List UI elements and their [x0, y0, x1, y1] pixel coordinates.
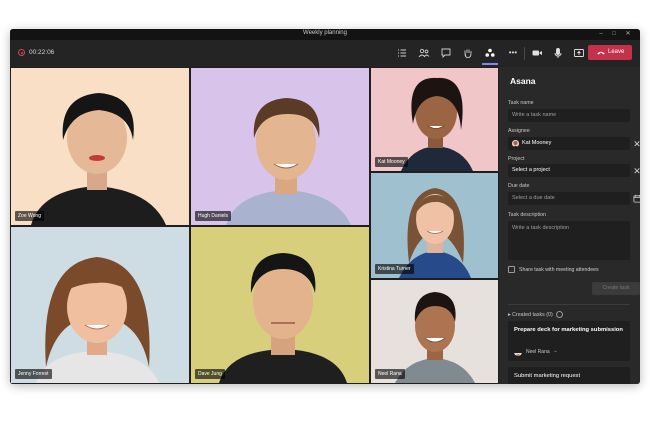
phone-hangup-icon [597, 51, 605, 55]
participant-tile-hugh-daniels[interactable]: Hugh Daniels [191, 68, 369, 225]
created-tasks-toggle[interactable]: ▸ Created tasks (0) [508, 311, 564, 318]
toolbar-divider [524, 47, 525, 60]
clear-project-icon[interactable]: ✕ [632, 166, 640, 176]
participant-video [191, 227, 369, 383]
minimize-button[interactable]: – [596, 30, 606, 39]
participant-tile-dave-jung[interactable]: Dave Jung [191, 227, 369, 383]
due-date-input[interactable]: Select a due date [508, 192, 630, 205]
task-name-input[interactable]: Write a task name [508, 109, 630, 122]
meeting-timer: 00:22:06 [29, 49, 55, 56]
assignee-value: Kat Mooney [522, 140, 552, 146]
participants-list-icon[interactable] [396, 47, 408, 59]
participant-name: Kat Mooney [375, 157, 408, 167]
microphone-icon[interactable] [552, 47, 564, 59]
participant-name: Hugh Daniels [195, 211, 232, 221]
panel-title: Asana [510, 76, 536, 86]
share-task-label: Share task with meeting attendees [519, 267, 599, 273]
apps-icon[interactable] [482, 47, 498, 65]
close-window-button[interactable]: ✕ [623, 30, 633, 39]
participant-name: Zoe Wong [15, 211, 44, 221]
maximize-button[interactable]: □ [609, 30, 619, 39]
participant-video [371, 173, 498, 278]
meeting-toolbar: 00:22:06 ••• Leave [10, 40, 640, 67]
participant-tile-kristina-turner[interactable]: Kristina Turner [371, 173, 498, 278]
task-title: Submit marketing request [514, 373, 581, 379]
calendar-icon[interactable] [632, 194, 640, 204]
camera-icon[interactable] [531, 47, 543, 59]
chat-icon[interactable] [440, 47, 452, 59]
task-owner: Neel Rana [526, 349, 550, 355]
link-icon: ⌁ [554, 349, 558, 355]
participant-video [371, 280, 498, 383]
assignee-field[interactable]: Kat Mooney [508, 137, 630, 150]
leave-button[interactable]: Leave [588, 45, 632, 60]
record-icon [18, 49, 25, 56]
task-description-input[interactable]: Write a task description [508, 221, 630, 260]
share-task-checkbox[interactable] [508, 266, 515, 273]
participant-video [11, 227, 189, 383]
participant-name: Dave Jung [195, 369, 225, 379]
participant-name: Neel Rana [375, 369, 405, 379]
participant-video [11, 68, 189, 225]
task-owner-avatar [514, 348, 522, 356]
raise-hand-icon[interactable] [462, 47, 474, 59]
participant-tile-kat-mooney[interactable]: Kat Mooney [371, 68, 498, 171]
meeting-window: Weekly planning – □ ✕ 00:22:06 ••• Leave… [10, 29, 640, 384]
participant-name: Kristina Turner [375, 264, 414, 274]
task-card[interactable]: Submit marketing request [508, 367, 630, 384]
leave-label: Leave [608, 49, 625, 55]
create-task-button[interactable]: Create task [592, 282, 640, 295]
participant-tile-zoe-wong[interactable]: Zoe Wong [11, 68, 189, 225]
task-description-label: Task description [508, 212, 546, 218]
participant-video [191, 68, 369, 225]
due-date-label: Due date [508, 183, 530, 189]
task-name-label: Task name [508, 100, 534, 106]
project-select[interactable]: Select a project [508, 164, 630, 177]
participant-tile-jenny-forrest[interactable]: Jenny Forrest [11, 227, 189, 383]
panel-divider [508, 304, 630, 305]
clear-assignee-icon[interactable]: ✕ [632, 139, 640, 149]
window-title: Weekly planning [303, 30, 347, 36]
project-label: Project [508, 156, 525, 162]
more-icon[interactable]: ••• [507, 47, 519, 59]
info-icon [556, 311, 564, 318]
participant-name: Jenny Forrest [15, 369, 52, 379]
task-card[interactable]: Prepare deck for marketing submission Ne… [508, 321, 630, 361]
task-title: Prepare deck for marketing submission [514, 327, 623, 333]
participant-video [371, 68, 498, 171]
share-screen-icon[interactable] [573, 47, 585, 59]
assignee-label: Assignee [508, 128, 530, 134]
title-bar: Weekly planning – □ ✕ [10, 29, 640, 40]
asana-panel: Asana Task name Write a task name Assign… [499, 67, 640, 384]
created-tasks-label: ▸ Created tasks (0) [508, 311, 553, 318]
participant-tile-neel-rana[interactable]: Neel Rana [371, 280, 498, 383]
assignee-avatar [512, 140, 519, 147]
people-icon[interactable] [418, 47, 430, 59]
video-grid: Zoe Wong Hugh Daniels Kat Mooney Kristin… [10, 67, 499, 384]
